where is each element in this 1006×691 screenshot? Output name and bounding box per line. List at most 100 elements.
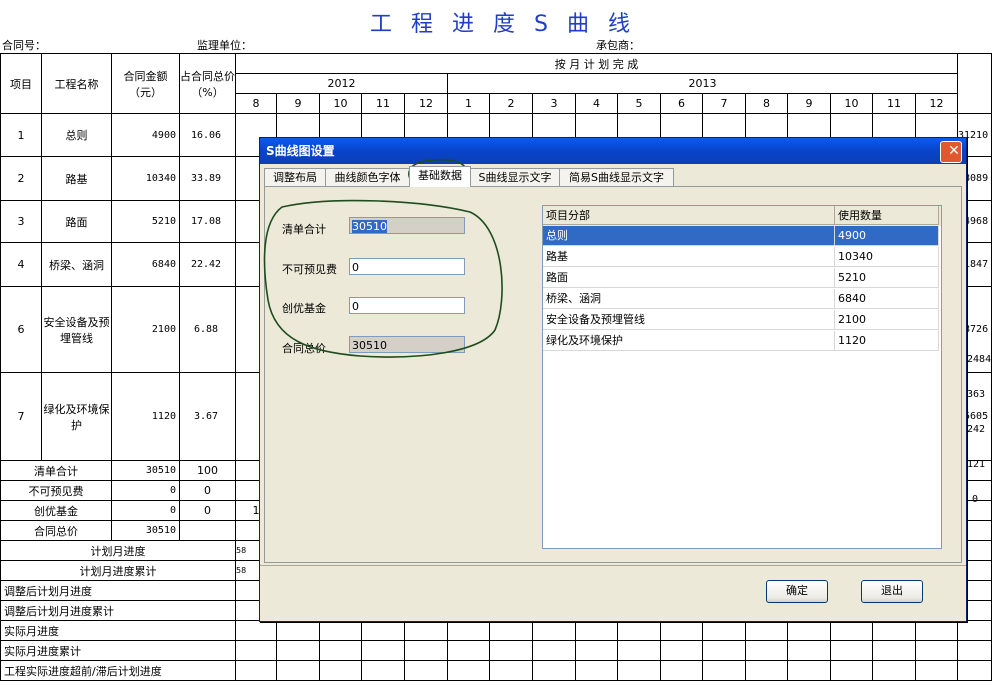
list-item[interactable]: 绿化及环境保护 1120 — [543, 331, 939, 351]
month-cell[interactable] — [702, 620, 746, 641]
header-month[interactable]: 10 — [830, 93, 873, 114]
header-ratio[interactable]: 占合同总价（%） — [179, 53, 236, 114]
month-cell[interactable] — [617, 620, 661, 641]
month-cell[interactable] — [617, 640, 661, 661]
month-cell[interactable] — [830, 640, 873, 661]
month-cell[interactable] — [915, 620, 958, 641]
tab-basic-data[interactable]: 基础数据 — [409, 166, 471, 187]
header-month[interactable]: 7 — [702, 93, 746, 114]
header-item[interactable]: 项目 — [0, 53, 42, 114]
progress-row-label[interactable]: 计划月进度 — [0, 540, 236, 561]
close-button[interactable]: ✕ — [940, 141, 962, 163]
progress-row-label[interactable]: 工程实际进度超前/滞后计划进度 — [0, 660, 236, 681]
item-amount[interactable]: 1120 — [111, 372, 180, 461]
month-cell[interactable] — [872, 620, 916, 641]
summary-label[interactable]: 创优基金 — [0, 500, 112, 521]
progress-row-label[interactable]: 实际月进度累计 — [0, 640, 236, 661]
item-name[interactable]: 路面 — [41, 200, 112, 243]
summary-ratio[interactable]: 100 — [179, 460, 236, 481]
month-cell[interactable] — [575, 620, 618, 641]
header-month[interactable]: 2 — [489, 93, 533, 114]
ok-button[interactable]: 确定 — [766, 580, 828, 603]
list-total-field[interactable]: 30510 — [349, 217, 465, 234]
month-cell[interactable] — [361, 620, 405, 641]
column-header-part[interactable]: 项目分部 — [543, 206, 835, 225]
month-cell[interactable] — [276, 620, 320, 641]
month-cell[interactable] — [489, 620, 533, 641]
month-cell[interactable] — [276, 660, 320, 681]
month-cell[interactable] — [745, 640, 788, 661]
item-name[interactable]: 总则 — [41, 113, 112, 157]
month-cell[interactable] — [702, 660, 746, 681]
month-cell[interactable] — [532, 660, 576, 681]
tab-layout[interactable]: 调整布局 — [264, 168, 326, 186]
summary-ratio[interactable] — [179, 520, 236, 541]
item-ratio[interactable]: 17.08 — [179, 200, 236, 243]
right-cell[interactable] — [956, 620, 993, 641]
month-cell[interactable] — [319, 620, 362, 641]
month-cell[interactable] — [276, 640, 320, 661]
month-cell[interactable] — [575, 660, 618, 681]
tab-curve-color-font[interactable]: 曲线颜色字体 — [325, 168, 410, 186]
excellence-fund-field[interactable]: 0 — [349, 297, 465, 314]
month-cell[interactable] — [235, 620, 277, 641]
item-no[interactable]: 4 — [0, 242, 42, 287]
month-cell[interactable] — [745, 660, 788, 681]
item-quantity-list[interactable]: 项目分部 使用数量 总则 4900 路基 10340 路面 5210 桥梁、涵洞 6840 安全… — [542, 205, 942, 549]
item-name[interactable]: 安全设备及预埋管线 — [41, 286, 112, 373]
contract-total-field[interactable]: 30510 — [349, 336, 465, 353]
month-cell[interactable] — [447, 660, 490, 681]
month-cell[interactable] — [235, 660, 277, 681]
header-extra[interactable] — [956, 53, 993, 114]
list-item[interactable]: 总则 4900 — [543, 226, 939, 246]
month-cell[interactable] — [489, 640, 533, 661]
item-no[interactable]: 6 — [0, 286, 42, 373]
month-cell[interactable] — [447, 620, 490, 641]
month-cell[interactable] — [447, 640, 490, 661]
month-cell[interactable] — [702, 640, 746, 661]
header-month[interactable]: 4 — [575, 93, 618, 114]
right-cell[interactable] — [956, 660, 993, 681]
header-month[interactable]: 6 — [660, 93, 703, 114]
month-cell[interactable] — [660, 640, 703, 661]
item-no[interactable]: 2 — [0, 156, 42, 201]
item-no[interactable]: 7 — [0, 372, 42, 461]
header-month[interactable]: 12 — [404, 93, 448, 114]
month-cell[interactable] — [787, 620, 831, 641]
header-month[interactable]: 11 — [361, 93, 405, 114]
item-amount[interactable]: 2100 — [111, 286, 180, 373]
summary-amount[interactable]: 0 — [111, 500, 180, 521]
month-cell[interactable] — [361, 640, 405, 661]
month-cell[interactable] — [660, 620, 703, 641]
item-ratio[interactable]: 22.42 — [179, 242, 236, 287]
month-cell[interactable] — [787, 640, 831, 661]
month-cell[interactable] — [489, 660, 533, 681]
header-month[interactable]: 12 — [915, 93, 958, 114]
list-item[interactable]: 桥梁、涵洞 6840 — [543, 289, 939, 309]
month-cell[interactable] — [915, 660, 958, 681]
month-cell[interactable] — [532, 620, 576, 641]
item-ratio[interactable]: 16.06 — [179, 113, 236, 157]
header-year-2012[interactable]: 2012 — [235, 73, 448, 94]
month-cell[interactable] — [787, 660, 831, 681]
summary-amount[interactable]: 0 — [111, 480, 180, 501]
month-cell[interactable] — [319, 640, 362, 661]
month-cell[interactable] — [319, 660, 362, 681]
summary-label[interactable]: 清单合计 — [0, 460, 112, 481]
header-month[interactable]: 10 — [319, 93, 362, 114]
summary-amount[interactable]: 30510 — [111, 520, 180, 541]
month-cell[interactable] — [235, 640, 277, 661]
progress-row-label[interactable]: 调整后计划月进度累计 — [0, 600, 236, 621]
month-cell[interactable] — [532, 640, 576, 661]
item-name[interactable]: 桥梁、涵洞 — [41, 242, 112, 287]
list-item[interactable]: 安全设备及预埋管线 2100 — [543, 310, 939, 330]
contingency-field[interactable]: 0 — [349, 258, 465, 275]
column-header-qty[interactable]: 使用数量 — [835, 206, 939, 225]
month-cell[interactable] — [915, 640, 958, 661]
summary-amount[interactable]: 30510 — [111, 460, 180, 481]
header-amount[interactable]: 合同金额（元） — [111, 53, 180, 114]
month-cell[interactable] — [617, 660, 661, 681]
header-month[interactable]: 8 — [745, 93, 788, 114]
header-name[interactable]: 工程名称 — [41, 53, 112, 114]
progress-row-label[interactable]: 实际月进度 — [0, 620, 236, 641]
